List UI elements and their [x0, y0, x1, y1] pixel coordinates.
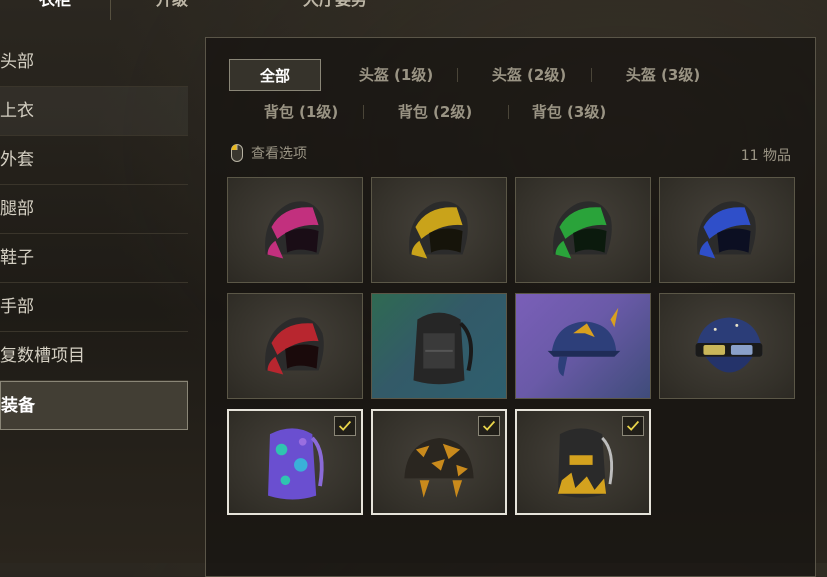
sidebar-item-top[interactable]: 上衣	[0, 87, 188, 136]
selected-checkbox[interactable]	[622, 416, 644, 436]
checkmark-icon	[482, 420, 496, 431]
helmet-navy-gold-icon	[547, 307, 621, 377]
helmet-red-icon	[265, 317, 324, 375]
filter-helmet-2[interactable]: 头盔 (2级)	[474, 59, 584, 91]
item-slot-backpack-galaxy[interactable]	[227, 409, 363, 515]
tab-upgrade[interactable]: 升级	[112, 0, 232, 20]
item-slot-helmet-yellow[interactable]	[371, 177, 507, 283]
top-tab-bar: 衣柜 升级 大厅姿势	[0, 0, 827, 20]
item-slot-helmet-red[interactable]	[227, 293, 363, 399]
view-options[interactable]: 查看选项	[231, 143, 307, 163]
filter-backpack-2[interactable]: 背包 (2级)	[380, 96, 490, 128]
item-slot-backpack-gold-black[interactable]	[515, 409, 651, 515]
backpack-black-icon	[413, 312, 473, 385]
filter-all[interactable]: 全部	[229, 59, 321, 91]
item-slot-backpack-black[interactable]	[371, 293, 507, 399]
filter-backpack-3[interactable]: 背包 (3级)	[514, 96, 624, 128]
sidebar-item-shoes[interactable]: 鞋子	[0, 234, 188, 283]
sidebar-item-legs[interactable]: 腿部	[0, 185, 188, 234]
item-slot-helmet-camo[interactable]	[371, 409, 507, 515]
item-slot-helmet-green[interactable]	[515, 177, 651, 283]
checkmark-icon	[338, 420, 352, 431]
item-panel: 全部 头盔 (1级) 头盔 (2级) 头盔 (3级) 背包 (1级) 背包 (2…	[205, 37, 816, 577]
filter-backpack-1[interactable]: 背包 (1级)	[246, 96, 356, 128]
helmet-yellow-icon	[409, 201, 468, 259]
selected-checkbox[interactable]	[478, 416, 500, 436]
filter-divider	[457, 68, 458, 82]
item-slot-helmet-pink[interactable]	[227, 177, 363, 283]
helmet-pink-icon	[265, 201, 324, 259]
item-slot-helmet-blue[interactable]	[659, 177, 795, 283]
mouse-icon	[231, 144, 243, 162]
tab-lobby-pose[interactable]: 大厅姿势	[270, 0, 400, 20]
tab-wardrobe[interactable]: 衣柜	[0, 0, 110, 20]
view-options-label: 查看选项	[251, 146, 307, 162]
filter-divider	[363, 105, 364, 119]
filter-divider	[508, 105, 509, 119]
helmet-starry-icon	[695, 317, 763, 373]
sidebar-item-hands[interactable]: 手部	[0, 283, 188, 332]
sidebar-item-head[interactable]: 头部	[0, 38, 188, 87]
sidebar-item-multislot[interactable]: 复数槽项目	[0, 332, 188, 381]
sidebar-item-equipment[interactable]: 装备	[0, 381, 188, 430]
item-count: 11 物品	[740, 148, 791, 164]
item-slot-helmet-starry[interactable]	[659, 293, 795, 399]
category-sidebar: 头部 上衣 外套 腿部 鞋子 手部 复数槽项目 装备	[0, 38, 188, 430]
sidebar-item-coat[interactable]: 外套	[0, 136, 188, 185]
checkmark-icon	[626, 420, 640, 431]
filter-helmet-3[interactable]: 头盔 (3级)	[608, 59, 718, 91]
filter-divider	[591, 68, 592, 82]
helmet-blue-icon	[697, 201, 756, 259]
selected-checkbox[interactable]	[334, 416, 356, 436]
helmet-green-icon	[553, 201, 612, 259]
filter-helmet-1[interactable]: 头盔 (1级)	[341, 59, 451, 91]
tab-divider	[110, 0, 111, 20]
item-slot-helmet-navy-gold[interactable]	[515, 293, 651, 399]
